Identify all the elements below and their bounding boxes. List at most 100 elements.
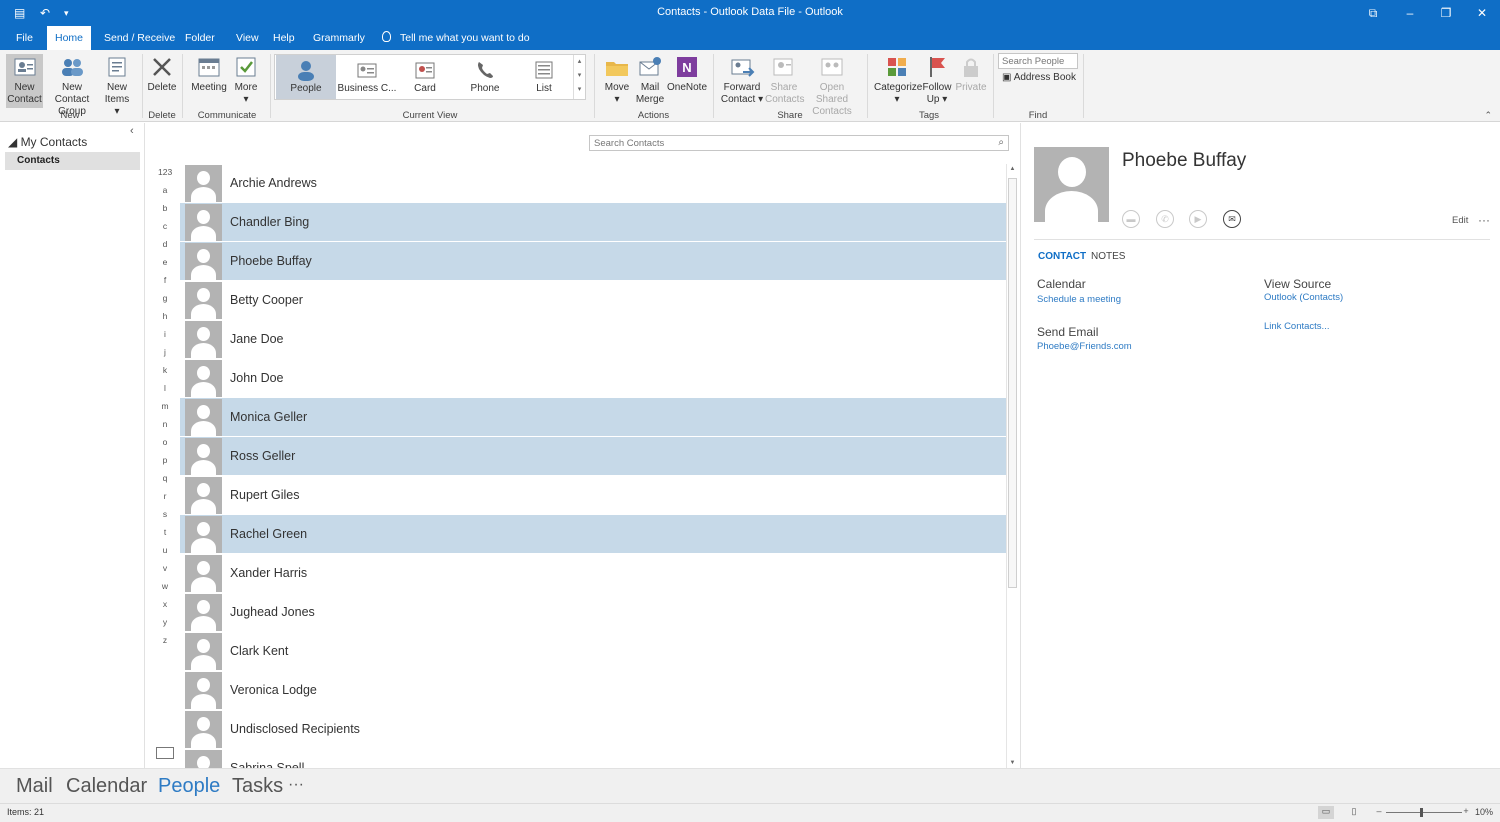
contact-row[interactable]: Chandler Bing: [180, 203, 1006, 241]
contact-row[interactable]: Archie Andrews: [180, 164, 1006, 202]
meeting-button[interactable]: Meeting: [190, 54, 228, 94]
contact-list-view-icon[interactable]: [156, 747, 174, 759]
new-items-button[interactable]: New Items ▾: [101, 54, 133, 118]
more-options-icon[interactable]: ···: [1478, 213, 1490, 227]
collapse-ribbon-icon[interactable]: ⌃: [1484, 110, 1492, 121]
mail-merge-button[interactable]: Mail Merge: [634, 54, 666, 106]
alpha-index-item[interactable]: 123: [158, 167, 172, 185]
ribbon-display-icon[interactable]: ⧉: [1358, 3, 1388, 23]
alpha-index-item[interactable]: i: [158, 329, 172, 347]
tab-send-receive[interactable]: Send / Receive: [96, 26, 183, 50]
alpha-index-item[interactable]: r: [158, 491, 172, 509]
contact-row[interactable]: Betty Cooper: [180, 281, 1006, 319]
contact-row[interactable]: Sabrina Spell: [180, 749, 1006, 768]
alpha-index-item[interactable]: g: [158, 293, 172, 311]
alpha-index-item[interactable]: n: [158, 419, 172, 437]
forward-contact-button[interactable]: Forward Contact ▾: [720, 54, 764, 106]
alpha-index-item[interactable]: u: [158, 545, 172, 563]
scroll-up-icon[interactable]: ▲: [1008, 166, 1017, 172]
share-contacts-button[interactable]: Share Contacts: [765, 54, 804, 106]
my-contacts-header[interactable]: ◢ My Contacts: [8, 135, 87, 149]
open-shared-contacts-button[interactable]: Open Shared Contacts: [804, 54, 860, 118]
alpha-index-item[interactable]: y: [158, 617, 172, 635]
close-icon[interactable]: ✕: [1467, 3, 1497, 23]
zoom-slider-thumb[interactable]: [1420, 808, 1423, 817]
zoom-out-icon[interactable]: –: [1371, 806, 1387, 819]
view-list[interactable]: List: [519, 55, 569, 99]
tab-contact[interactable]: CONTACT: [1038, 251, 1086, 262]
tab-view[interactable]: View: [228, 26, 267, 50]
move-button[interactable]: Move ▾: [601, 54, 633, 106]
contact-row[interactable]: Rupert Giles: [180, 476, 1006, 514]
alpha-index-item[interactable]: d: [158, 239, 172, 257]
nav-mail[interactable]: Mail: [16, 775, 53, 798]
minimize-folder-pane-icon[interactable]: ‹: [130, 125, 134, 137]
new-contact-group-button[interactable]: New Contact Group: [44, 54, 100, 118]
video-icon[interactable]: ▶: [1189, 210, 1207, 228]
alpha-index-item[interactable]: s: [158, 509, 172, 527]
alpha-index-item[interactable]: b: [158, 203, 172, 221]
view-source-link[interactable]: Outlook (Contacts): [1264, 292, 1343, 303]
alpha-index-item[interactable]: h: [158, 311, 172, 329]
zoom-slider[interactable]: [1386, 812, 1462, 813]
contact-row[interactable]: Jane Doe: [180, 320, 1006, 358]
contact-row[interactable]: Phoebe Buffay: [180, 242, 1006, 280]
address-book-button[interactable]: ▣ Address Book: [1002, 72, 1076, 83]
alpha-index-item[interactable]: e: [158, 257, 172, 275]
view-people[interactable]: People: [276, 55, 336, 99]
tab-help[interactable]: Help: [265, 26, 303, 50]
folder-contacts[interactable]: Contacts: [5, 152, 140, 170]
alpha-index-item[interactable]: q: [158, 473, 172, 491]
contact-row[interactable]: Veronica Lodge: [180, 671, 1006, 709]
view-business-card[interactable]: Business C...: [337, 55, 397, 99]
nav-more-icon[interactable]: ···: [288, 776, 304, 794]
nav-calendar[interactable]: Calendar: [66, 775, 147, 798]
alpha-index-item[interactable]: f: [158, 275, 172, 293]
edit-button[interactable]: Edit: [1452, 215, 1468, 226]
alpha-index-item[interactable]: w: [158, 581, 172, 599]
reading-view-icon[interactable]: ▯: [1346, 806, 1362, 819]
minimize-icon[interactable]: –: [1395, 3, 1425, 23]
new-contact-button[interactable]: New Contact: [6, 54, 43, 108]
tab-notes[interactable]: NOTES: [1091, 251, 1125, 262]
phone-icon[interactable]: ✆: [1156, 210, 1174, 228]
contact-row[interactable]: Clark Kent: [180, 632, 1006, 670]
search-icon[interactable]: ⌕: [998, 137, 1004, 148]
alpha-index-item[interactable]: k: [158, 365, 172, 383]
contact-row[interactable]: John Doe: [180, 359, 1006, 397]
chat-icon[interactable]: ▬: [1122, 210, 1140, 228]
alpha-index-item[interactable]: z: [158, 635, 172, 653]
email-link[interactable]: Phoebe@Friends.com: [1037, 341, 1132, 352]
scroll-down-icon[interactable]: ▼: [1008, 760, 1017, 766]
tab-file[interactable]: File: [8, 26, 41, 50]
contact-row[interactable]: Monica Geller: [180, 398, 1006, 436]
alpha-index-item[interactable]: a: [158, 185, 172, 203]
view-phone[interactable]: Phone: [459, 55, 511, 99]
alpha-index-item[interactable]: m: [158, 401, 172, 419]
contact-row[interactable]: Jughead Jones: [180, 593, 1006, 631]
contact-row[interactable]: Rachel Green: [180, 515, 1006, 553]
tell-me-box[interactable]: Tell me what you want to do: [382, 26, 530, 50]
gallery-scroll[interactable]: ▴ ▾ ▾: [573, 55, 585, 99]
alpha-index-item[interactable]: c: [158, 221, 172, 239]
contact-row[interactable]: Xander Harris: [180, 554, 1006, 592]
list-scrollbar[interactable]: ▲ ▼: [1006, 164, 1017, 768]
view-card[interactable]: Card: [399, 55, 451, 99]
nav-people[interactable]: People: [158, 775, 220, 798]
tab-grammarly[interactable]: Grammarly: [305, 26, 373, 50]
tab-folder[interactable]: Folder: [177, 26, 223, 50]
nav-tasks[interactable]: Tasks: [232, 775, 283, 798]
normal-view-icon[interactable]: ▭: [1318, 806, 1334, 819]
alpha-index-item[interactable]: t: [158, 527, 172, 545]
zoom-in-icon[interactable]: +: [1458, 806, 1474, 819]
search-people-input[interactable]: Search People: [998, 53, 1078, 69]
alpha-index-item[interactable]: j: [158, 347, 172, 365]
alpha-index-item[interactable]: o: [158, 437, 172, 455]
link-contacts-link[interactable]: Link Contacts...: [1264, 321, 1329, 332]
contact-row[interactable]: Undisclosed Recipients: [180, 710, 1006, 748]
categorize-button[interactable]: Categorize ▾: [874, 54, 922, 106]
alpha-index-item[interactable]: x: [158, 599, 172, 617]
alpha-index-item[interactable]: l: [158, 383, 172, 401]
email-icon[interactable]: ✉: [1223, 210, 1241, 228]
more-button[interactable]: More ▾: [232, 54, 260, 106]
